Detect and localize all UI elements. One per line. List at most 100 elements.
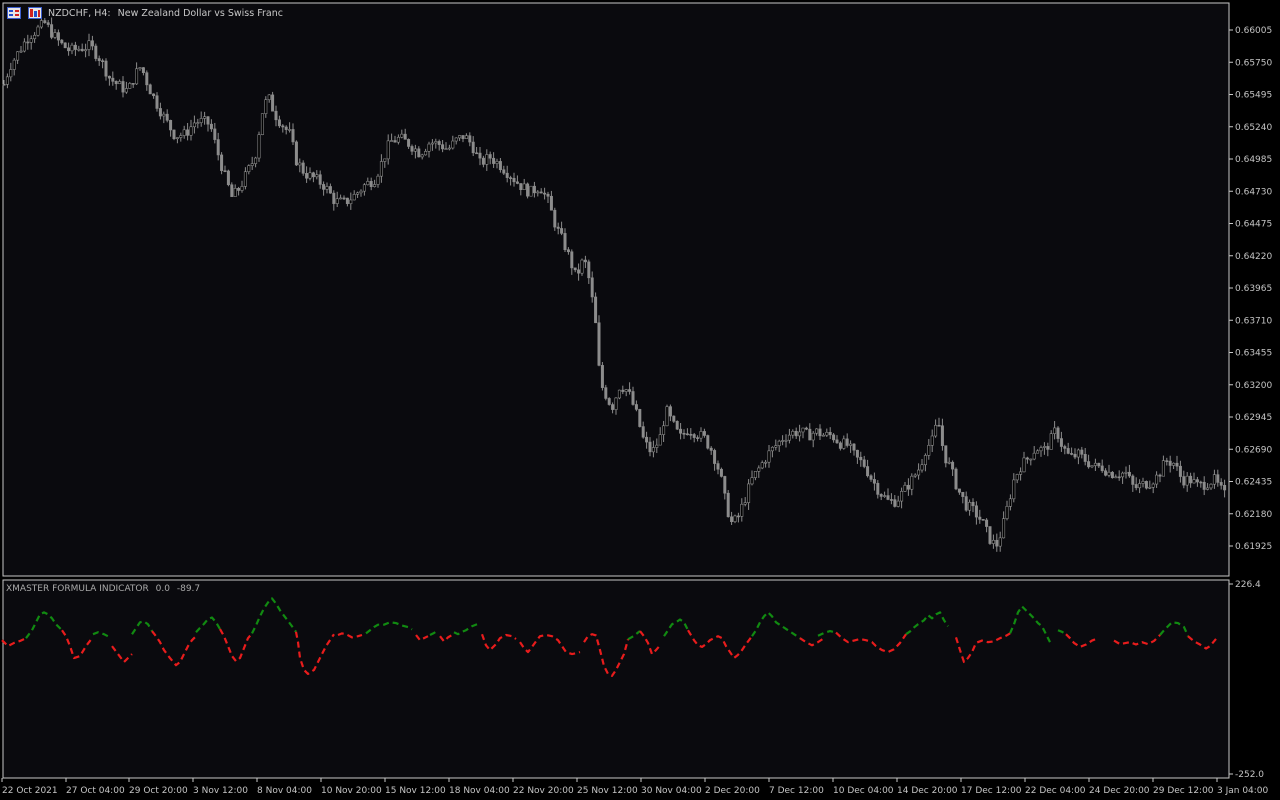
candle-body <box>893 499 897 507</box>
candle-body <box>464 135 468 139</box>
candle-body <box>1059 438 1063 447</box>
candle-body <box>764 461 768 464</box>
candle-body <box>781 440 785 442</box>
candle-body <box>87 40 91 50</box>
candle-body <box>1195 479 1199 483</box>
candle-body <box>1127 471 1131 477</box>
candle-body <box>1019 471 1023 475</box>
symbol-label: NZDCHF, H4: <box>48 8 111 19</box>
candle-body <box>913 474 917 477</box>
candle-body <box>70 44 74 52</box>
candle-body <box>128 83 132 89</box>
indicator-value-2: -89.7 <box>176 584 201 594</box>
candle-body <box>903 484 907 492</box>
indicator-value-1: 0.0 <box>155 584 170 594</box>
candle-body <box>821 434 825 437</box>
candle-body <box>944 445 948 464</box>
candle-body <box>1178 465 1182 477</box>
price-tick-label: 0.64730 <box>1235 187 1272 197</box>
candle-body <box>318 174 322 185</box>
candle-body <box>63 42 67 49</box>
candle-body <box>505 172 509 178</box>
candle-body <box>1158 474 1162 477</box>
candle-body <box>628 389 632 392</box>
candle-body <box>546 193 550 197</box>
candle-body <box>849 443 853 446</box>
candle-body <box>199 118 203 123</box>
candle-body <box>784 439 788 442</box>
symbol-description: New Zealand Dollar vs Swiss Franc <box>117 8 283 19</box>
time-tick-label: 24 Dec 20:00 <box>1089 786 1150 796</box>
price-tick-label: 0.64220 <box>1235 252 1272 262</box>
candle-body <box>791 430 795 436</box>
candle-body <box>560 228 564 234</box>
candle-body <box>434 141 438 144</box>
candle-body <box>485 154 489 165</box>
trading-box-icon[interactable] <box>7 7 21 19</box>
candle-body <box>152 93 156 97</box>
price-tick-label: 0.62945 <box>1235 413 1272 423</box>
candle-body <box>645 436 649 443</box>
chart-canvas[interactable]: 0.66005 0.65750 0.65495 0.65240 0.64985 0.647… <box>0 0 1280 800</box>
candle-body <box>260 113 264 135</box>
candle-body <box>947 461 951 464</box>
price-tick-label: 0.62435 <box>1235 478 1272 488</box>
candle-body <box>50 24 54 38</box>
candle-body <box>437 141 441 145</box>
candle-body <box>512 177 516 183</box>
time-tick-label: 22 Nov 20:00 <box>513 786 574 796</box>
time-tick-label: 29 Oct 20:00 <box>129 786 188 796</box>
candle-body <box>866 466 870 477</box>
candle-body <box>553 209 557 228</box>
candle-body <box>665 406 669 427</box>
candle-body <box>730 516 734 523</box>
candle-body <box>488 154 492 159</box>
market-watch-icon[interactable] <box>28 7 42 19</box>
candle-body <box>1175 462 1179 467</box>
candle-body <box>685 433 689 436</box>
candle-body <box>794 430 798 437</box>
candle-body <box>141 67 145 73</box>
candle-body <box>298 162 302 166</box>
candle-body <box>719 468 723 477</box>
candle-body <box>594 296 598 324</box>
candle-body <box>468 135 472 143</box>
time-tick-label: 29 Dec 12:00 <box>1153 786 1214 796</box>
candle-body <box>281 125 285 128</box>
indicator-pane[interactable] <box>2 579 1230 779</box>
candle-body <box>723 476 727 494</box>
candle-body <box>478 152 482 159</box>
candle-body <box>12 59 16 70</box>
candle-body <box>1185 475 1189 486</box>
indicator-label: XMASTER FORMULA INDICATOR 0.0 -89.7 <box>6 584 204 594</box>
candle-body <box>1005 506 1009 519</box>
candle-body <box>461 135 465 139</box>
candle-body <box>1039 447 1043 452</box>
candle-body <box>396 136 400 143</box>
candle-body <box>930 435 934 446</box>
candle-body <box>651 447 655 453</box>
candle-body <box>2 83 6 86</box>
candle-body <box>342 197 346 200</box>
candle-body <box>444 148 448 151</box>
candle-body <box>26 41 30 44</box>
candle-body <box>1056 427 1060 439</box>
candle-body <box>196 122 200 124</box>
candle-body <box>682 432 686 435</box>
candle-body <box>271 94 275 112</box>
candle-body <box>879 494 883 497</box>
candle-body <box>1182 476 1186 486</box>
price-pane[interactable] <box>2 2 1230 577</box>
candle-body <box>383 158 387 162</box>
candle-body <box>927 444 931 456</box>
candle-body <box>182 129 186 136</box>
candle-body <box>349 199 353 205</box>
candle-body <box>774 445 778 448</box>
candle-body <box>240 186 244 191</box>
candle-body <box>583 259 587 263</box>
candle-body <box>118 81 122 85</box>
candle-body <box>1093 462 1097 466</box>
candle-body <box>138 67 142 70</box>
candle-body <box>818 428 822 437</box>
candle-body <box>920 464 924 471</box>
